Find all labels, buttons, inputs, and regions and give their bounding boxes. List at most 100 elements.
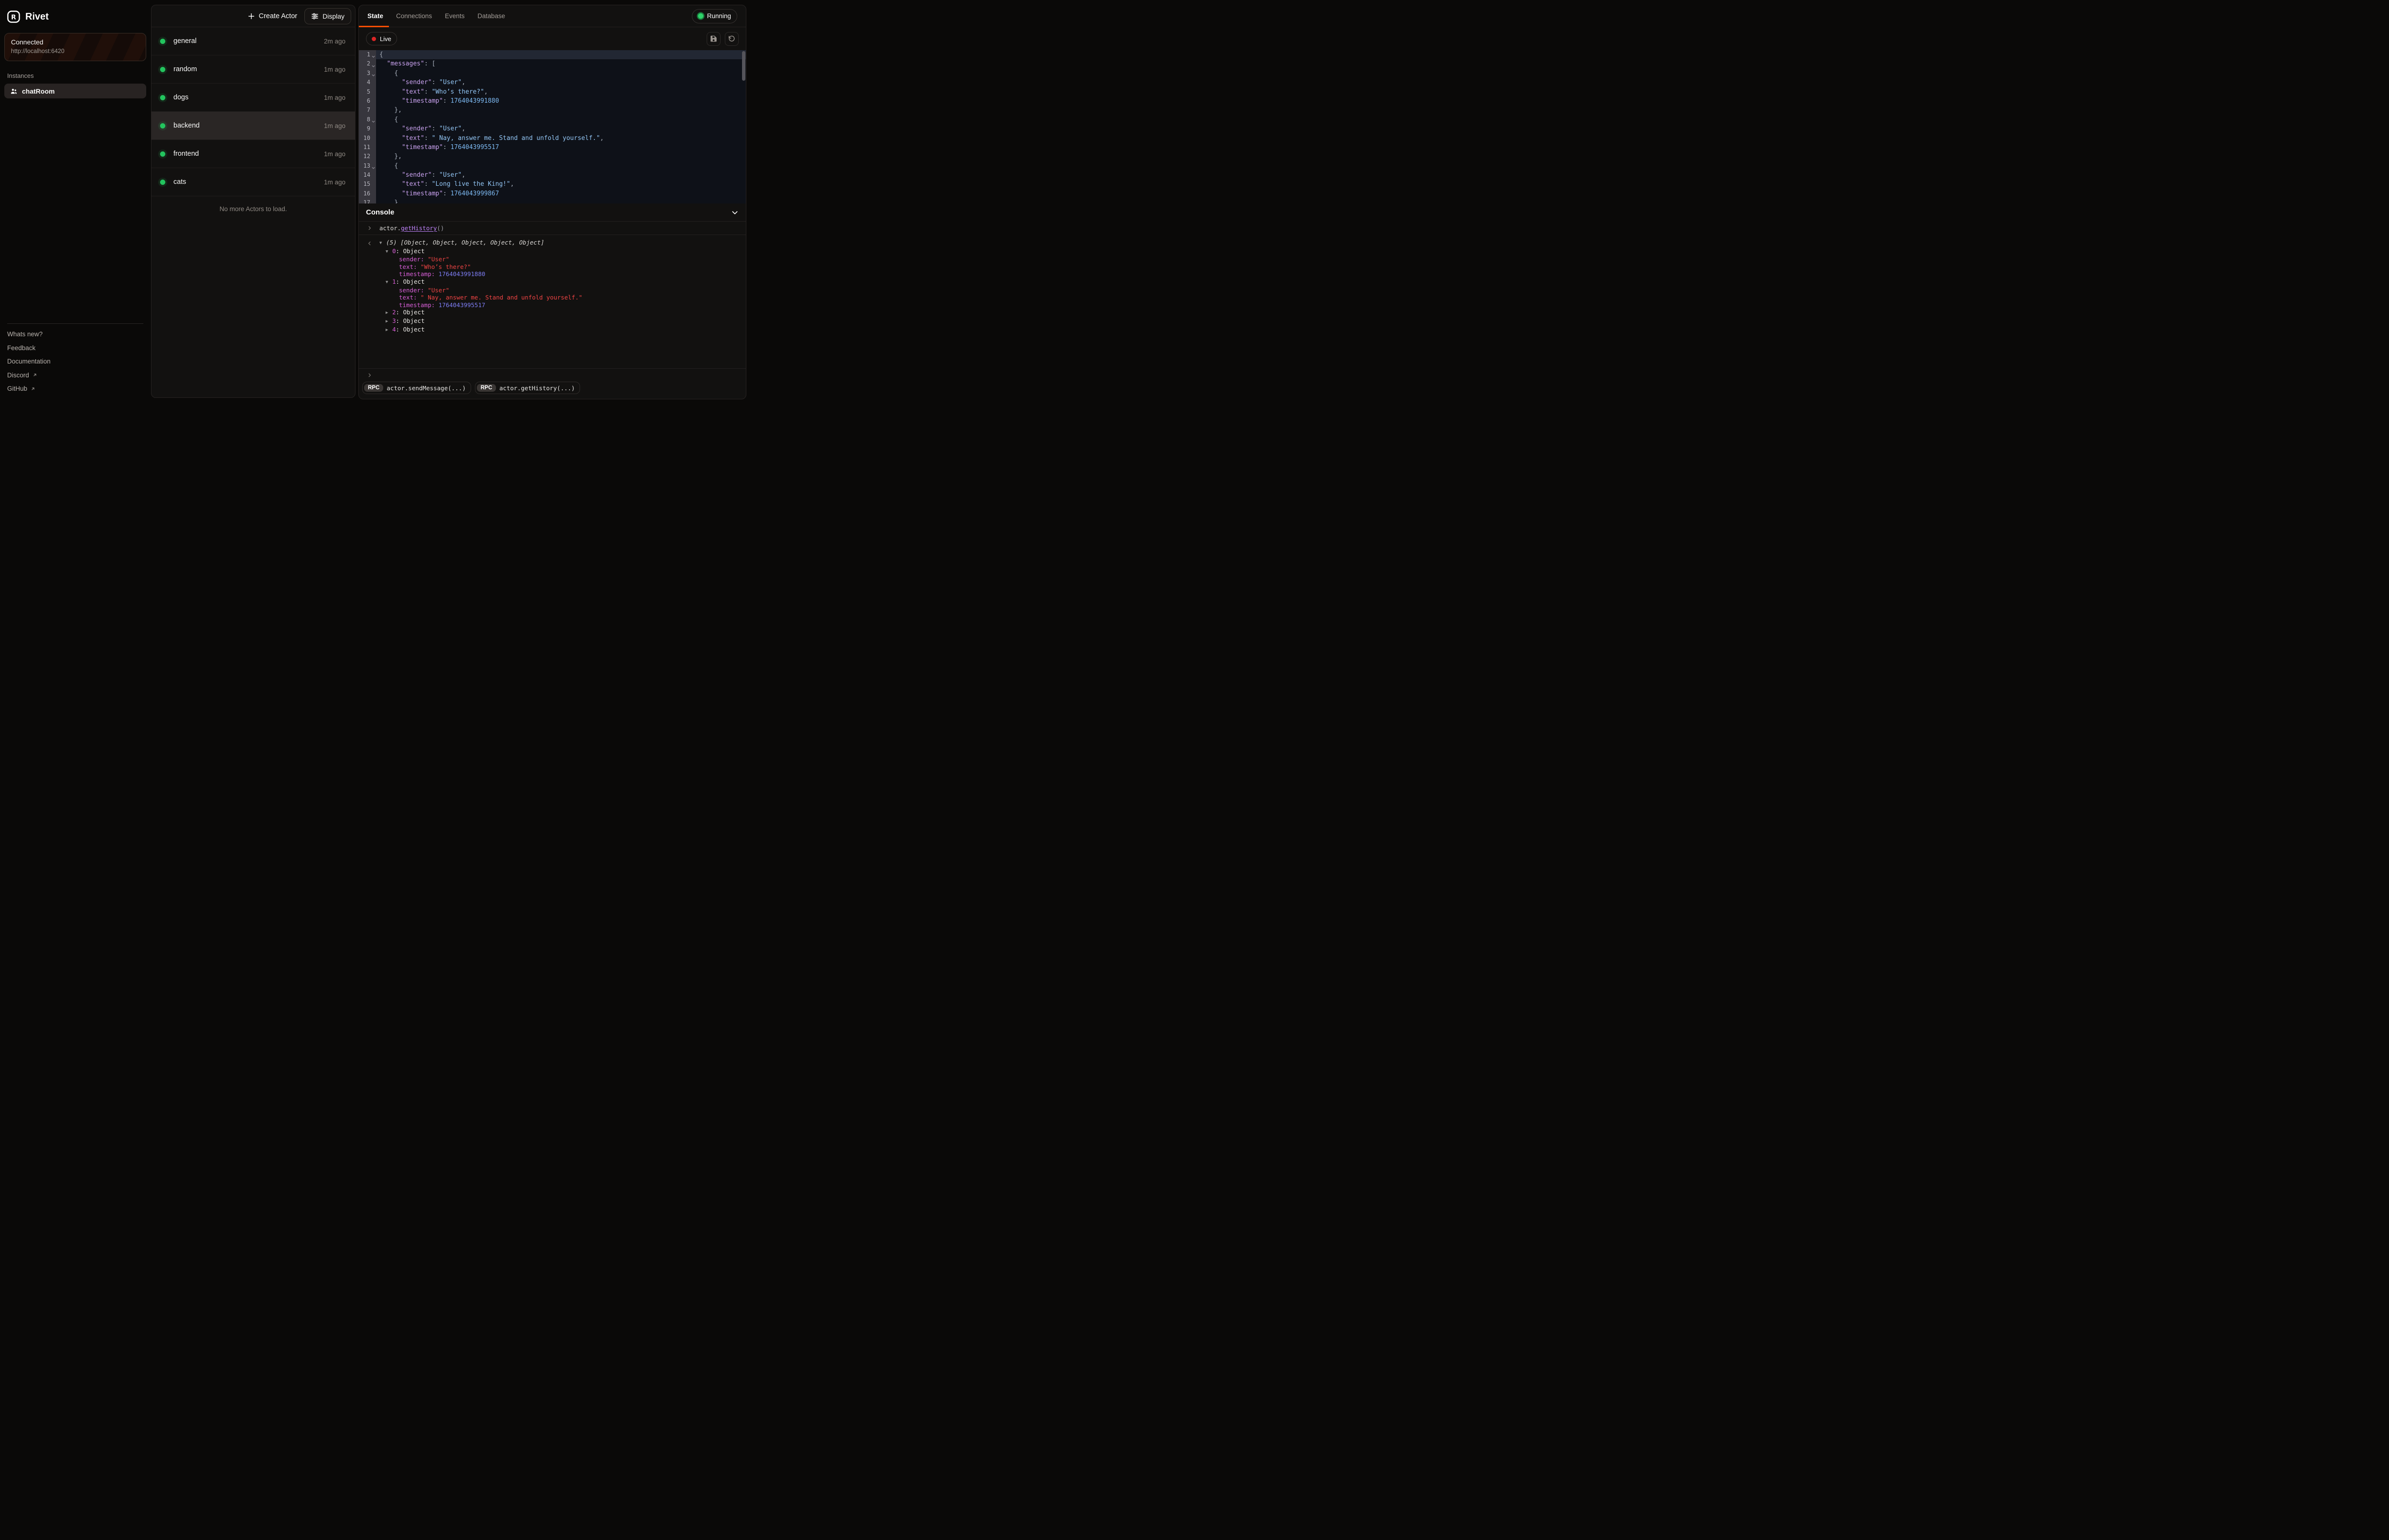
status-dot-icon xyxy=(160,151,165,157)
tab-state[interactable]: State xyxy=(367,12,383,20)
line-number: 11 xyxy=(359,143,376,152)
field-value: 1764043995517 xyxy=(439,301,485,309)
actor-row-dogs[interactable]: dogs1m ago xyxy=(151,84,355,112)
tab-database[interactable]: Database xyxy=(477,12,505,20)
actor-last-seen: 1m ago xyxy=(324,122,345,129)
line-code: "sender": "User", xyxy=(376,124,746,133)
tab-events[interactable]: Events xyxy=(445,12,464,20)
sidebar-link-label: GitHub xyxy=(7,385,27,392)
actor-name: backend xyxy=(173,122,324,129)
rpc-badge: RPC xyxy=(477,384,496,392)
actor-rows: general2m agorandom1m agodogs1m agobacke… xyxy=(151,27,355,196)
line-code: "timestamp": 1764043991880 xyxy=(376,96,746,106)
line-number: 12 xyxy=(359,152,376,161)
sidebar-link-github[interactable]: GitHub xyxy=(7,382,146,396)
save-button[interactable] xyxy=(707,32,721,46)
console-input[interactable] xyxy=(359,368,746,382)
line-number: 16 xyxy=(359,189,376,198)
status-dot-icon xyxy=(160,39,165,44)
fold-chevron-icon[interactable] xyxy=(371,54,376,59)
sidebar-link-discord[interactable]: Discord xyxy=(7,368,146,382)
object-index: 2 xyxy=(392,309,396,316)
console-object-2[interactable]: ▶2: Object xyxy=(359,309,746,317)
users-icon xyxy=(10,87,18,95)
fold-chevron-icon[interactable] xyxy=(371,64,376,68)
actor-row-random[interactable]: random1m ago xyxy=(151,55,355,84)
field-key: timestamp: xyxy=(399,270,439,278)
editor-line-13: 13 { xyxy=(359,161,746,171)
object-field-text: text: "Who’s there?" xyxy=(359,263,746,271)
inspector-tabs: State Connections Events Database xyxy=(367,12,505,20)
field-value: " Nay, answer me. Stand and unfold yours… xyxy=(420,294,582,301)
actor-last-seen: 1m ago xyxy=(324,150,345,158)
status-badge: Running xyxy=(692,9,737,23)
object-label: : Object xyxy=(396,326,425,333)
line-number: 4 xyxy=(359,78,376,87)
sidebar-item-chatroom[interactable]: chatRoom xyxy=(4,84,146,98)
console-header[interactable]: Console xyxy=(359,203,746,221)
actor-row-frontend[interactable]: frontend1m ago xyxy=(151,140,355,168)
line-code: }, xyxy=(376,106,746,115)
line-number: 7 xyxy=(359,106,376,115)
editor-line-6: 6 "timestamp": 1764043991880 xyxy=(359,96,746,106)
actor-row-general[interactable]: general2m ago xyxy=(151,27,355,55)
fold-chevron-icon[interactable] xyxy=(371,166,376,170)
line-number: 15 xyxy=(359,180,376,189)
object-label: : Object xyxy=(396,247,425,255)
rpc-shortcuts-row: RPCactor.sendMessage(...) RPCactor.getHis… xyxy=(359,382,746,399)
connection-status: Connected xyxy=(11,38,140,46)
external-link-icon xyxy=(31,386,35,391)
rivet-app: R Rivet Connected http://localhost:6420 … xyxy=(0,0,749,404)
instance-name: chatRoom xyxy=(22,87,54,95)
editor-line-5: 5 "text": "Who’s there?", xyxy=(359,87,746,96)
chevron-down-icon[interactable] xyxy=(731,209,739,216)
sidebar-link-whats-new-[interactable]: Whats new? xyxy=(7,328,146,342)
object-index: 1 xyxy=(392,278,396,285)
rpc-chip-1[interactable]: RPCactor.sendMessage(...) xyxy=(362,382,471,394)
object-index: 3 xyxy=(392,317,396,324)
save-icon xyxy=(710,35,717,43)
editor-line-1: 1{ xyxy=(359,50,746,59)
field-value: 1764043991880 xyxy=(439,270,485,278)
expand-triangle-icon: ▼ xyxy=(386,279,392,287)
sidebar-link-label: Feedback xyxy=(7,344,35,352)
toolbar-actions xyxy=(707,32,739,46)
live-badge[interactable]: Live xyxy=(366,32,397,45)
console-object-0[interactable]: ▼0: Object xyxy=(359,247,746,256)
create-actor-button[interactable]: Create Actor xyxy=(243,12,302,20)
actor-name: general xyxy=(173,37,324,45)
fold-chevron-icon[interactable] xyxy=(371,119,376,124)
console-object-4[interactable]: ▶4: Object xyxy=(359,326,746,334)
editor-line-2: 2 "messages": [ xyxy=(359,59,746,68)
sidebar-link-documentation[interactable]: Documentation xyxy=(7,355,146,369)
line-code: } xyxy=(376,198,746,203)
editor-scrollbar[interactable] xyxy=(742,51,745,81)
fold-chevron-icon[interactable] xyxy=(371,73,376,77)
actor-row-backend[interactable]: backend1m ago xyxy=(151,112,355,140)
tab-connections[interactable]: Connections xyxy=(396,12,432,20)
field-value: "User" xyxy=(428,287,449,294)
editor-line-9: 9 "sender": "User", xyxy=(359,124,746,133)
line-number: 1 xyxy=(359,50,376,59)
running-dot-icon xyxy=(698,13,703,19)
create-actor-label: Create Actor xyxy=(259,12,298,20)
undo-button[interactable] xyxy=(725,32,739,46)
state-json-editor[interactable]: 1{2 "messages": [3 {4 "sender": "User",5… xyxy=(359,50,746,203)
display-button[interactable]: Display xyxy=(304,8,351,24)
console-object-3[interactable]: ▶3: Object xyxy=(359,317,746,326)
rpc-chip-2[interactable]: RPCactor.getHistory(...) xyxy=(475,382,580,394)
actor-name: random xyxy=(173,65,324,73)
sidebar-link-label: Whats new? xyxy=(7,331,43,338)
line-code: "timestamp": 1764043999867 xyxy=(376,189,746,198)
console-result: ▼(5) [Object, Object, Object, Object, Ob… xyxy=(359,235,746,368)
console-object-1[interactable]: ▼1: Object xyxy=(359,278,746,287)
actor-list-header: Create Actor Display xyxy=(151,5,355,27)
line-code: { xyxy=(376,69,746,78)
sidebar-link-feedback[interactable]: Feedback xyxy=(7,341,146,355)
editor-line-7: 7 }, xyxy=(359,106,746,115)
plus-icon xyxy=(248,12,255,20)
brand: R Rivet xyxy=(7,8,146,26)
field-key: timestamp: xyxy=(399,301,439,309)
actor-row-cats[interactable]: cats1m ago xyxy=(151,168,355,196)
console-result-summary: ▼(5) [Object, Object, Object, Object, Ob… xyxy=(359,239,746,247)
